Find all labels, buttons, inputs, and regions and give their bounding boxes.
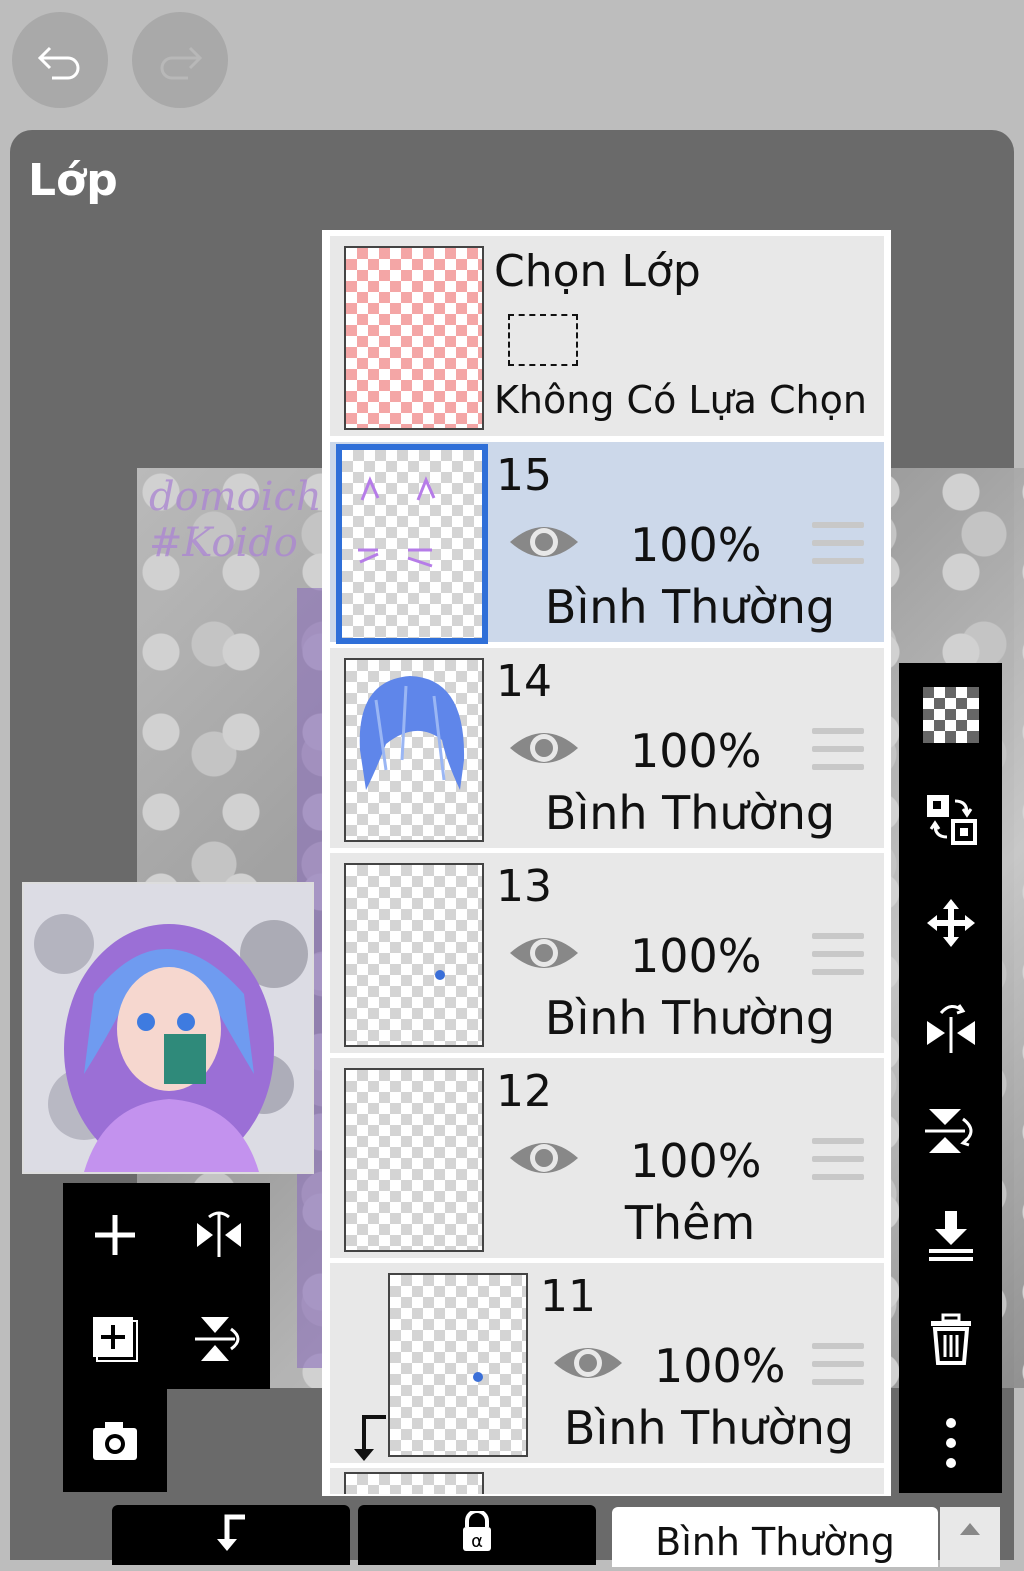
layer-thumbnail	[344, 1472, 484, 1494]
layer-blend-mode: Thêm	[624, 1196, 756, 1250]
layer-list: Chọn Lớp Không Có Lựa Chọn 15 100% Bình …	[322, 230, 891, 1496]
svg-text:α: α	[471, 1531, 483, 1551]
layer-thumbnail	[344, 863, 484, 1047]
layer-row-14[interactable]: 14 100% Bình Thường	[330, 648, 884, 848]
layer-row-15[interactable]: 15 100% Bình Thường	[330, 442, 884, 644]
layer-opacity: 100%	[630, 929, 762, 983]
flip-horizontal-icon	[197, 1211, 241, 1257]
layer-tools-left-extra	[63, 1388, 167, 1492]
layer-row-13[interactable]: 13 100% Bình Thường	[330, 853, 884, 1053]
panel-title: Lớp	[28, 155, 118, 206]
layer-thumbnail	[344, 658, 484, 842]
layer-opacity: 100%	[630, 724, 762, 778]
drag-handle-icon[interactable]	[812, 522, 864, 566]
layer-blend-mode: Bình Thường	[544, 991, 836, 1045]
alpha-lock-icon: α	[463, 1511, 491, 1551]
plus-icon	[95, 1215, 135, 1255]
more-options-button[interactable]	[899, 1391, 1002, 1495]
layer-thumbnail	[344, 1068, 484, 1252]
drag-handle-icon[interactable]	[812, 728, 864, 772]
preview-artwork	[24, 884, 312, 1172]
add-layer-button[interactable]	[63, 1183, 167, 1287]
watermark: domoichi #Koido	[149, 474, 335, 566]
layer-thumbnail	[388, 1273, 528, 1457]
layer-opacity: 100%	[630, 1134, 762, 1188]
chevron-up-icon	[960, 1523, 980, 1535]
clipping-arrow-icon	[354, 1415, 386, 1461]
flip-vertical-icon	[195, 1317, 240, 1361]
swap-icon	[926, 795, 977, 845]
blend-mode-select[interactable]: Bình Thường	[612, 1507, 938, 1567]
flip-vertical-right-button[interactable]	[899, 1079, 1002, 1183]
canvas-preview[interactable]	[22, 882, 314, 1174]
layer-row-partial[interactable]	[330, 1468, 884, 1494]
layer-row-12[interactable]: 12 100% Thêm	[330, 1058, 884, 1258]
redo-button[interactable]	[132, 12, 228, 108]
clipping-button[interactable]	[112, 1505, 350, 1565]
layer-number: 11	[540, 1271, 596, 1322]
trash-icon	[930, 1313, 971, 1365]
transparency-button[interactable]	[899, 663, 1002, 767]
selection-thumbnail	[344, 246, 484, 430]
checkerboard-icon	[922, 687, 979, 743]
layer-number: 14	[496, 656, 552, 707]
flip-horizontal-icon	[926, 1004, 975, 1053]
swap-layer-button[interactable]	[899, 767, 1002, 871]
undo-button[interactable]	[12, 12, 108, 108]
delete-layer-button[interactable]	[899, 1287, 1002, 1391]
layer-number: 12	[496, 1066, 552, 1117]
clip-arrow-icon	[217, 1514, 245, 1551]
flip-vertical-icon	[924, 1109, 972, 1153]
flip-horizontal-right-button[interactable]	[899, 975, 1002, 1079]
flip-horizontal-button[interactable]	[167, 1183, 271, 1287]
selection-status: Không Có Lựa Chọn	[494, 378, 867, 422]
layer-tools-right	[899, 663, 1002, 1493]
more-vertical-icon	[945, 1418, 956, 1468]
visibility-eye-icon[interactable]	[552, 1339, 624, 1387]
layer-blend-mode: Bình Thường	[563, 1401, 855, 1455]
drag-handle-icon[interactable]	[812, 1343, 864, 1387]
visibility-eye-icon[interactable]	[508, 1134, 580, 1182]
merge-down-button[interactable]	[899, 1183, 1002, 1287]
add-special-layer-button[interactable]	[63, 1287, 167, 1391]
whiskers-art	[358, 476, 436, 568]
small-mark-art	[435, 970, 445, 980]
add-layer-icon	[93, 1317, 138, 1362]
visibility-eye-icon[interactable]	[508, 929, 580, 977]
camera-button[interactable]	[63, 1388, 167, 1492]
visibility-eye-icon[interactable]	[508, 518, 580, 566]
layer-number: 15	[496, 450, 552, 501]
layer-blend-mode: Bình Thường	[544, 580, 836, 634]
move-button[interactable]	[899, 871, 1002, 975]
selection-layer-row[interactable]: Chọn Lớp Không Có Lựa Chọn	[330, 236, 884, 436]
selection-title: Chọn Lớp	[494, 246, 701, 297]
small-mark-art	[473, 1372, 483, 1382]
drag-handle-icon[interactable]	[812, 1138, 864, 1182]
camera-icon	[93, 1422, 137, 1460]
blend-mode-dropdown-button[interactable]	[940, 1507, 1000, 1567]
alpha-lock-button[interactable]: α	[358, 1505, 596, 1565]
layer-row-11[interactable]: 11 100% Bình Thường	[330, 1263, 884, 1463]
hair-art	[359, 676, 465, 790]
drag-handle-icon[interactable]	[812, 933, 864, 977]
selection-marquee-icon	[508, 314, 578, 366]
flip-vertical-button[interactable]	[167, 1287, 271, 1391]
visibility-eye-icon[interactable]	[508, 724, 580, 772]
layer-thumbnail	[336, 444, 488, 644]
layer-tools-left	[63, 1183, 270, 1389]
redo-icon	[160, 46, 203, 80]
layer-blend-mode: Bình Thường	[544, 786, 836, 840]
layer-number: 13	[496, 861, 552, 912]
undo-icon	[37, 46, 80, 80]
layer-opacity: 100%	[630, 518, 762, 572]
layer-opacity: 100%	[654, 1339, 786, 1393]
move-icon	[926, 899, 975, 947]
merge-down-icon	[928, 1211, 973, 1261]
